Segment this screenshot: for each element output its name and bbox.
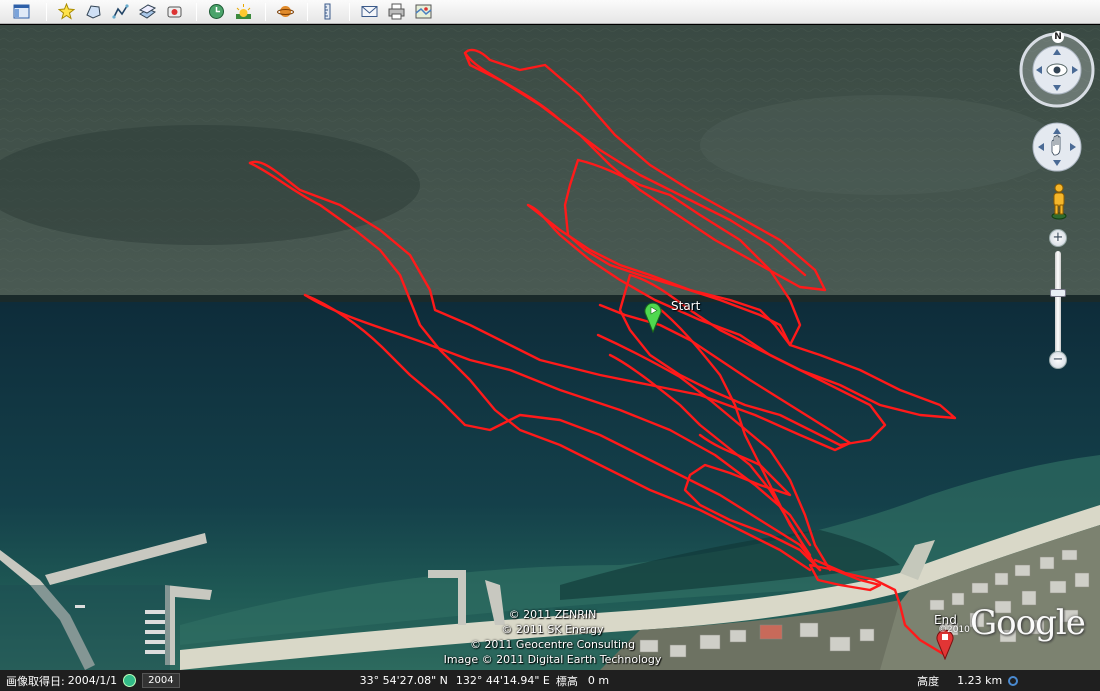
add-path-button[interactable] [109, 2, 132, 22]
imagery-attribution: © 2011 ZENRIN © 2011 SK Energy © 2011 Ge… [430, 607, 675, 667]
attribution-line: Image © 2011 Digital Earth Technology [443, 653, 662, 666]
compass-north-label[interactable]: N [1052, 31, 1064, 43]
imagery-year-badge[interactable]: 2004 [142, 673, 180, 688]
ruler-icon [324, 3, 331, 20]
google-earth-window: Start End ©2010 © 2011 ZENRIN © 2011 SK … [0, 0, 1100, 691]
clock-icon [209, 4, 224, 19]
polygon-icon [86, 5, 101, 19]
add-polygon-button[interactable] [82, 2, 105, 22]
zoom-in-button[interactable]: + [1049, 229, 1067, 247]
image-overlay-icon [139, 4, 156, 19]
look-navigation-control[interactable] [1019, 32, 1095, 108]
start-placemark-icon[interactable] [643, 301, 663, 333]
record-tour-icon [167, 6, 182, 18]
record-tour-button[interactable] [163, 2, 186, 22]
ruler-button[interactable] [316, 2, 339, 22]
sidebar-icon [13, 4, 29, 19]
eye-altitude-label: 高度 [917, 674, 940, 688]
imagery-date-label: 画像取得日: [6, 674, 65, 688]
add-image-overlay-button[interactable] [136, 2, 159, 22]
map-viewport[interactable]: Start End ©2010 © 2011 ZENRIN © 2011 SK … [0, 25, 1100, 670]
historical-clock-icon[interactable] [123, 674, 137, 687]
print-icon [388, 3, 405, 20]
print-button[interactable] [385, 2, 408, 22]
path-icon [112, 4, 129, 19]
toolbar [0, 0, 1100, 24]
planet-icon [277, 6, 294, 17]
toolbar-separator [46, 2, 47, 21]
zoom-slider-track[interactable] [1055, 251, 1061, 367]
email-icon [361, 6, 378, 17]
toolbar-separator [349, 2, 350, 21]
start-placemark-label: Start [671, 299, 701, 313]
attribution-line: © 2011 SK Energy [501, 623, 604, 636]
add-placemark-button[interactable] [55, 2, 78, 22]
zoom-out-button[interactable]: − [1049, 351, 1067, 369]
elevation-label: 標高 [555, 674, 578, 688]
satellite-imagery [0, 25, 1100, 670]
google-logo: Google [970, 603, 1086, 643]
sidebar-toggle-button[interactable] [6, 2, 36, 22]
zoom-slider-thumb[interactable] [1050, 288, 1066, 297]
longitude-readout: 132° 44'14.94" E [455, 674, 550, 687]
switch-sky-button[interactable] [274, 2, 297, 22]
maps-icon [415, 4, 432, 19]
imagery-date: 2004/1/1 [67, 674, 118, 687]
elevation-value: 0 m [587, 674, 610, 687]
toolbar-separator [265, 2, 266, 21]
pushpin-icon [58, 3, 75, 20]
eye-altitude-value: 1.23 km [957, 674, 1003, 687]
streaming-indicator-icon [1008, 675, 1019, 686]
toolbar-separator [196, 2, 197, 21]
latitude-readout: 33° 54'27.08" N [359, 674, 448, 687]
historical-imagery-button[interactable] [205, 2, 228, 22]
view-in-maps-button[interactable] [412, 2, 435, 22]
move-navigation-control[interactable] [1032, 122, 1082, 172]
sunlight-button[interactable] [232, 2, 255, 22]
email-button[interactable] [358, 2, 381, 22]
street-view-pegman-icon[interactable] [1048, 182, 1070, 220]
attribution-line: © 2011 ZENRIN [508, 608, 597, 621]
attribution-line: © 2011 Geocentre Consulting [469, 638, 636, 651]
sunlight-icon [236, 4, 251, 19]
logo-year: ©2010 [938, 625, 970, 635]
toolbar-separator [307, 2, 308, 21]
status-bar: 画像取得日: 2004/1/1 2004 33° 54'27.08" N 132… [0, 670, 1100, 691]
